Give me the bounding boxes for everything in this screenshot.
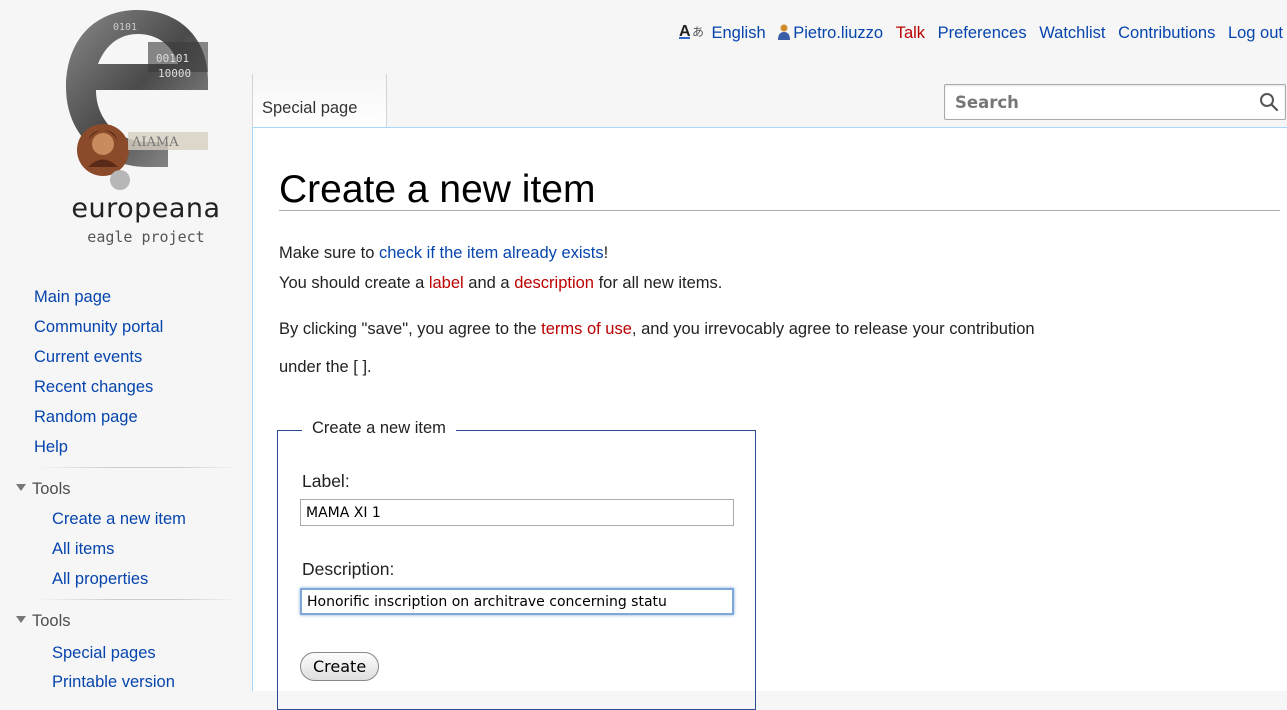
europeana-logo-icon: 00101 10000 0101 ΛΙΑΜΑ [66,10,208,190]
description-input[interactable] [300,588,734,615]
title-divider [279,210,1280,211]
sidebar-item-random-page[interactable]: Random page [34,408,138,427]
create-item-fieldset: Create a new item Label: Description: Cr… [277,419,756,710]
tab-special-page[interactable]: Special page [252,74,387,128]
label-caption: Label: [302,471,350,491]
terms-of-use-link[interactable]: terms of use [541,320,632,338]
watchlist-link[interactable]: Watchlist [1039,24,1105,42]
text: , and you irrevocably agree to release y… [631,320,1035,338]
contributions-link[interactable]: Contributions [1118,24,1215,42]
logout-link[interactable]: Log out [1228,24,1283,42]
sidebar-item-all-properties[interactable]: All properties [52,570,148,589]
svg-text:ΛΙΑΜΑ: ΛΙΑΜΑ [131,135,179,150]
sidebar-item-main-page[interactable]: Main page [34,288,111,307]
tools-heading[interactable]: Tools [16,612,71,631]
logo-subtitle: eagle project [87,228,205,246]
text: You should create a [279,274,429,292]
tools-heading[interactable]: Tools [16,480,71,499]
text: By clicking "save", you agree to the [279,320,542,338]
description-caption: Description: [302,559,395,579]
personal-toolbar: A あ English Pietro.liuzzo Talk Preferenc… [678,22,1283,43]
sidebar-divider [34,599,238,600]
tools-heading-label: Tools [32,612,71,630]
user-icon [778,24,791,40]
tab-label: Special page [262,99,358,117]
label-input[interactable] [300,499,734,526]
svg-text:00101: 00101 [156,52,189,65]
sidebar-item-all-items[interactable]: All items [52,540,114,559]
terms-line-2: under the [ ]. [279,358,372,376]
page-title: Create a new item [279,168,596,211]
talk-link[interactable]: Talk [896,24,925,42]
sidebar-item-current-events[interactable]: Current events [34,348,142,367]
svg-text:10000: 10000 [158,67,191,80]
check-exists-link[interactable]: check if the item already exists [379,244,604,262]
language-icon[interactable]: A あ [678,22,705,40]
sidebar-item-create-new-item[interactable]: Create a new item [52,510,186,529]
create-button[interactable]: Create [300,652,380,681]
collapse-triangle-icon [16,616,26,624]
text: and a [463,274,515,292]
text: Make sure to [279,244,379,262]
fieldset-legend: Create a new item [302,419,456,438]
sidebar-item-recent-changes[interactable]: Recent changes [34,378,153,397]
preferences-link[interactable]: Preferences [938,24,1027,42]
search-input[interactable] [953,89,1243,115]
description-link[interactable]: description [514,274,594,292]
tools-heading-label: Tools [32,480,71,498]
collapse-triangle-icon [16,484,26,492]
intro-line-2: You should create a label and a descript… [279,274,722,293]
intro-line-1: Make sure to check if the item already e… [279,244,608,263]
site-logo[interactable]: 00101 10000 0101 ΛΙΑΜΑ europeana eagle p… [0,0,252,250]
language-link[interactable]: English [712,24,766,42]
search-icon[interactable] [1259,92,1279,112]
user-page-link[interactable]: Pietro.liuzzo [793,24,883,42]
svg-text:あ: あ [692,25,704,39]
main-content: Create a new item Make sure to check if … [252,127,1287,710]
sidebar-item-community-portal[interactable]: Community portal [34,318,163,337]
sidebar-item-help[interactable]: Help [34,438,68,457]
search-box [944,84,1286,120]
sidebar-item-printable-version[interactable]: Printable version [52,673,175,692]
text: ! [603,244,609,262]
terms-line-1: By clicking "save", you agree to the ter… [279,320,1035,339]
sidebar-divider [34,467,238,468]
label-link[interactable]: label [429,274,464,292]
logo-wordmark: europeana [71,193,221,224]
text: for all new items. [593,274,723,292]
sidebar-item-special-pages[interactable]: Special pages [52,644,156,663]
svg-text:0101: 0101 [113,22,137,33]
